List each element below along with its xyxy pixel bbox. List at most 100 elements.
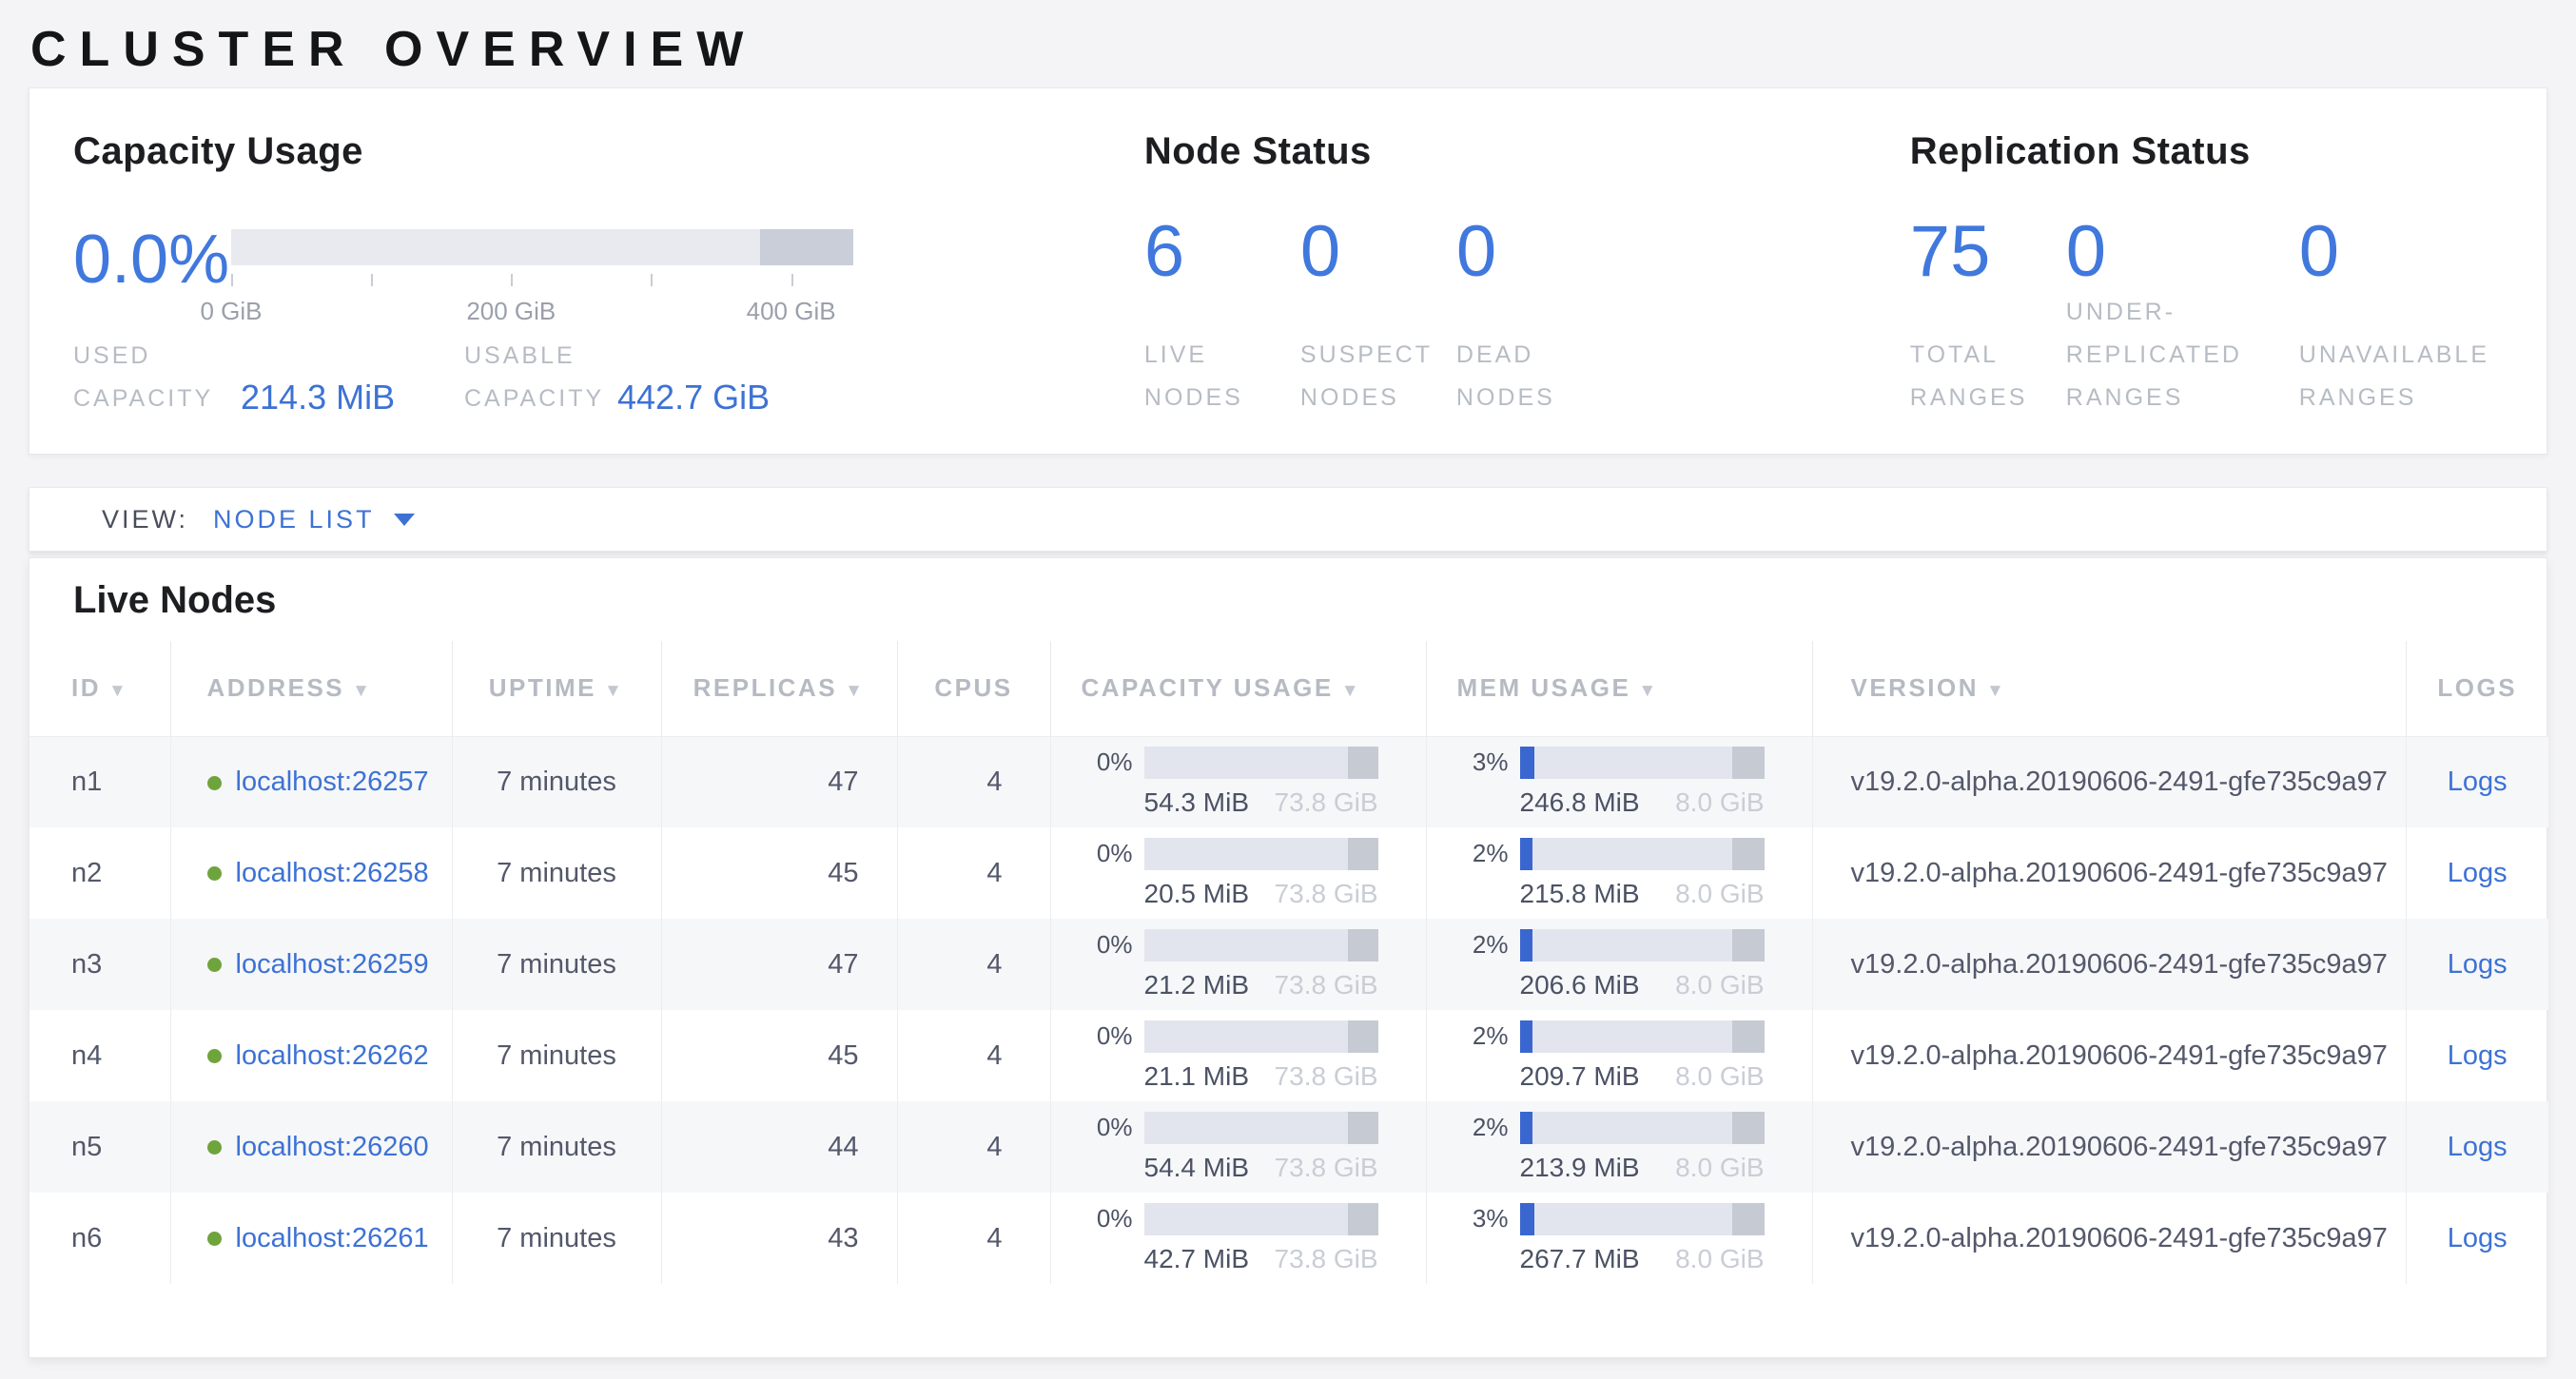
capacity-usage-bar [1144, 929, 1378, 961]
node-logs-cell: Logs [2406, 736, 2548, 827]
mem-usage-bar-fill [1520, 929, 1532, 961]
node-uptime-cell: 7 minutes [452, 1010, 661, 1101]
header-uptime[interactable]: UPTIME▼ [452, 641, 661, 736]
node-version-cell: v19.2.0-alpha.20190606-2491-gfe735c9a97 [1812, 919, 2406, 1010]
view-dropdown[interactable]: NODE LIST [213, 505, 415, 534]
live-status-dot-icon [207, 1049, 222, 1063]
suspect-nodes-label: SUSPECT NODES [1300, 334, 1437, 419]
node-address-cell: localhost:26262 [170, 1010, 452, 1101]
node-version-cell: v19.2.0-alpha.20190606-2491-gfe735c9a97 [1812, 736, 2406, 827]
capacity-used-value: 42.7 MiB [1144, 1244, 1250, 1274]
capacity-percent-label: 0% [1082, 1021, 1133, 1051]
sort-arrow-icon: ▼ [108, 681, 128, 701]
mem-used-value: 215.8 MiB [1520, 879, 1640, 909]
header-replicas[interactable]: REPLICAS▼ [661, 641, 897, 736]
capacity-usage-section: Capacity Usage 0.0% 0 GiB 200 GiB 400 Gi… [73, 128, 1144, 419]
node-id-cell: n6 [29, 1193, 170, 1284]
node-address-link[interactable]: localhost:26258 [236, 858, 429, 888]
mem-percent-label: 3% [1457, 748, 1509, 777]
logs-link[interactable]: Logs [2448, 1132, 2508, 1162]
node-uptime-cell: 7 minutes [452, 919, 661, 1010]
live-status-dot-icon [207, 776, 222, 790]
node-capacity-usage-cell: 0% 54.4 MiB 73.8 GiB [1050, 1101, 1426, 1193]
header-cpus[interactable]: CPUS [897, 641, 1050, 736]
sort-arrow-icon: ▼ [1986, 681, 2006, 701]
suspect-nodes-stat: 0 SUSPECT NODES [1300, 216, 1456, 419]
node-logs-cell: Logs [2406, 919, 2548, 1010]
header-mem-usage[interactable]: MEM USAGE▼ [1426, 641, 1812, 736]
mem-usage-bar [1520, 1020, 1765, 1053]
mem-usage-bar-endcap [1732, 747, 1764, 779]
logs-link[interactable]: Logs [2448, 858, 2508, 888]
live-status-dot-icon [207, 958, 222, 972]
node-mem-usage-cell: 3% 246.8 MiB 8.0 GiB [1426, 736, 1812, 827]
node-id-cell: n3 [29, 919, 170, 1010]
capacity-total-value: 73.8 GiB [1275, 879, 1378, 909]
mem-used-value: 213.9 MiB [1520, 1153, 1640, 1183]
capacity-usage-bar-endcap [1348, 1203, 1378, 1235]
sort-arrow-icon: ▼ [352, 681, 372, 701]
node-mem-usage-cell: 2% 206.6 MiB 8.0 GiB [1426, 919, 1812, 1010]
view-selector-bar: VIEW: NODE LIST [29, 487, 2547, 552]
node-status-section: Node Status 6 LIVE NODES 0 SUSPECT NODES… [1144, 128, 1910, 419]
capacity-usage-bar [1144, 747, 1378, 779]
table-row: n3 localhost:26259 7 minutes 47 4 0% 21.… [29, 919, 2548, 1010]
header-id[interactable]: ID▼ [29, 641, 170, 736]
header-version[interactable]: VERSION▼ [1812, 641, 2406, 736]
logs-link[interactable]: Logs [2448, 767, 2508, 797]
capacity-usage-bar-endcap [1348, 929, 1378, 961]
live-nodes-heading: Live Nodes [73, 579, 2547, 622]
node-address-link[interactable]: localhost:26261 [236, 1223, 429, 1253]
capacity-bar-track [231, 229, 853, 265]
table-row: n4 localhost:26262 7 minutes 45 4 0% 21.… [29, 1010, 2548, 1101]
node-address-link[interactable]: localhost:26259 [236, 949, 429, 980]
logs-link[interactable]: Logs [2448, 1223, 2508, 1253]
mem-total-value: 8.0 GiB [1675, 1153, 1764, 1183]
used-capacity-value: 214.3 MiB [241, 378, 395, 420]
mem-usage-bar-fill [1520, 838, 1532, 870]
sort-arrow-icon: ▼ [1638, 681, 1658, 701]
node-logs-cell: Logs [2406, 827, 2548, 919]
table-row: n5 localhost:26260 7 minutes 44 4 0% 54.… [29, 1101, 2548, 1193]
total-ranges-value: 75 [1910, 216, 2047, 288]
header-capacity-usage[interactable]: CAPACITY USAGE▼ [1050, 641, 1426, 736]
live-status-dot-icon [207, 866, 222, 881]
replication-status-title: Replication Status [1910, 128, 2508, 174]
node-logs-cell: Logs [2406, 1010, 2548, 1101]
mem-total-value: 8.0 GiB [1675, 970, 1764, 1000]
view-dropdown-value[interactable]: NODE LIST [213, 505, 375, 534]
capacity-used-value: 20.5 MiB [1144, 879, 1250, 909]
mem-percent-label: 2% [1457, 930, 1509, 960]
node-address-cell: localhost:26257 [170, 736, 452, 827]
node-address-link[interactable]: localhost:26257 [236, 767, 429, 797]
node-cpus-cell: 4 [897, 1193, 1050, 1284]
node-capacity-usage-cell: 0% 54.3 MiB 73.8 GiB [1050, 736, 1426, 827]
header-address[interactable]: ADDRESS▼ [170, 641, 452, 736]
logs-link[interactable]: Logs [2448, 949, 2508, 980]
usable-capacity-label: USABLE CAPACITY [464, 335, 617, 420]
node-cpus-cell: 4 [897, 827, 1050, 919]
node-mem-usage-cell: 3% 267.7 MiB 8.0 GiB [1426, 1193, 1812, 1284]
node-uptime-cell: 7 minutes [452, 736, 661, 827]
mem-usage-bar-endcap [1732, 1203, 1764, 1235]
capacity-used-value: 21.2 MiB [1144, 970, 1250, 1000]
capacity-usage-bar [1144, 1020, 1378, 1053]
node-cpus-cell: 4 [897, 736, 1050, 827]
unavailable-ranges-value: 0 [2299, 216, 2489, 288]
under-replicated-ranges-stat: 0 UNDER- REPLICATED RANGES [2066, 216, 2299, 419]
node-address-link[interactable]: localhost:26262 [236, 1040, 429, 1071]
mem-usage-bar [1520, 1112, 1765, 1144]
capacity-usage-title: Capacity Usage [73, 128, 1144, 174]
mem-total-value: 8.0 GiB [1675, 787, 1764, 818]
node-address-cell: localhost:26261 [170, 1193, 452, 1284]
page-title: CLUSTER OVERVIEW [30, 21, 756, 78]
capacity-bar-axis: 0 GiB 200 GiB 400 GiB [231, 274, 853, 335]
logs-link[interactable]: Logs [2448, 1040, 2508, 1071]
dead-nodes-stat: 0 DEAD NODES [1456, 216, 1612, 419]
chevron-down-icon [394, 514, 415, 526]
node-replicas-cell: 44 [661, 1101, 897, 1193]
capacity-percent-label: 0% [1082, 839, 1133, 868]
cluster-summary-panel: Capacity Usage 0.0% 0 GiB 200 GiB 400 Gi… [29, 87, 2547, 455]
node-mem-usage-cell: 2% 213.9 MiB 8.0 GiB [1426, 1101, 1812, 1193]
node-address-link[interactable]: localhost:26260 [236, 1132, 429, 1162]
